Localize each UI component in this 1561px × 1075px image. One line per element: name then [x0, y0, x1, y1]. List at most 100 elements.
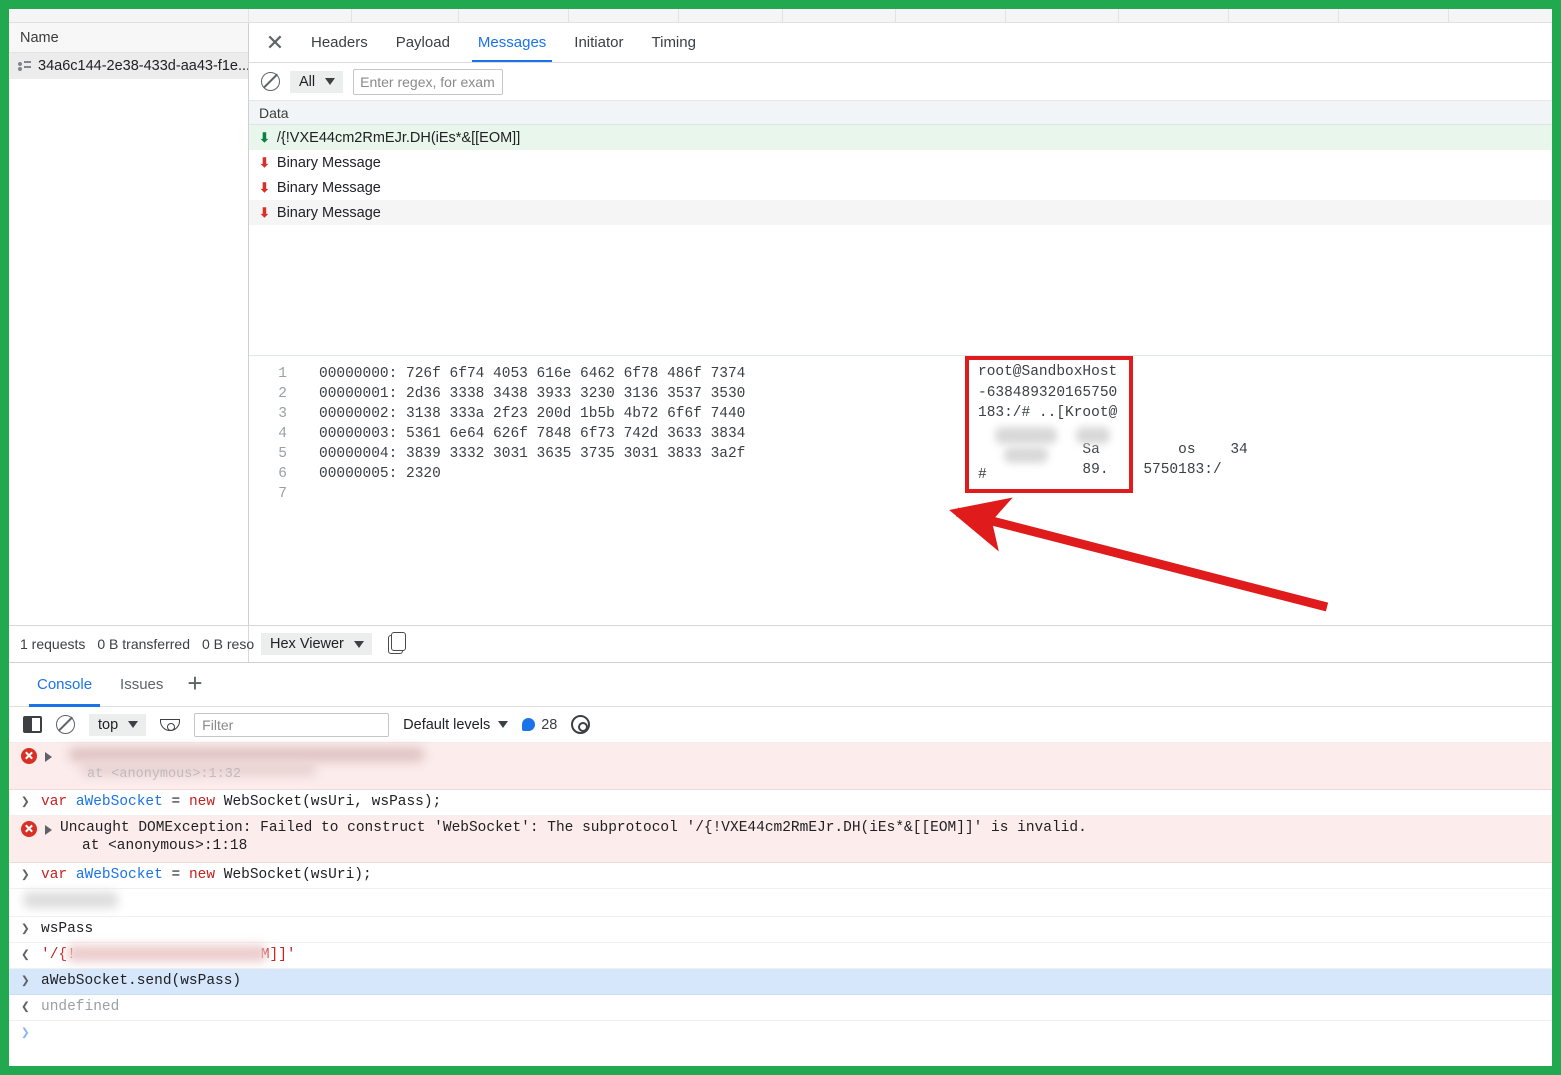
error-icon: [21, 821, 37, 837]
console-filter-input[interactable]: [194, 713, 389, 737]
message-text: Binary Message: [277, 180, 381, 196]
output-chevron-icon: ❮: [21, 999, 33, 1016]
received-arrow-icon: ⬇: [259, 206, 270, 219]
input-chevron-icon: ❯: [21, 794, 33, 811]
tab-payload[interactable]: Payload: [382, 23, 464, 62]
regex-filter-input[interactable]: [353, 69, 503, 95]
message-row[interactable]: ⬇ /{!VXE44cm2RmEJr.DH(iEs*&[[EOM]]: [249, 125, 1552, 150]
close-detail-button[interactable]: ✕: [253, 23, 297, 62]
console-row-input[interactable]: ❯ var aWebSocket = new WebSocket(wsUri, …: [9, 790, 1552, 816]
hex-line: 2 00000001: 2d36 3338 3438 3933 3230 313…: [249, 384, 1552, 404]
network-column-divider: [1229, 9, 1339, 23]
add-tab-button[interactable]: +: [177, 670, 212, 696]
execution-context-value: top: [98, 717, 118, 733]
console-row-output[interactable]: ❮ undefined: [9, 995, 1552, 1021]
hex-line-number: 1: [249, 366, 297, 382]
hex-viewer-pane: 1 00000000: 726f 6f74 4053 616e 6462 6f7…: [249, 356, 1552, 561]
message-row[interactable]: ⬇ Binary Message: [249, 175, 1552, 200]
transferred-size: 0 B transferred: [97, 636, 190, 652]
hex-bytes: 00000000: 726f 6f74 4053 616e 6462 6f78 …: [297, 366, 745, 382]
message-type-value: All: [299, 74, 315, 90]
ascii-line: 183:/# ..[Kroot@: [978, 405, 1129, 426]
console-row-error[interactable]: at <anonymous>:1:32: [9, 743, 1552, 790]
hex-viewer-dropdown[interactable]: Hex Viewer: [261, 633, 372, 655]
network-column-divider: [569, 9, 679, 23]
hex-line-number: 5: [249, 446, 297, 462]
tab-initiator[interactable]: Initiator: [560, 23, 637, 62]
column-header-name: Name: [9, 23, 248, 53]
sidebar-toggle-icon[interactable]: [23, 716, 42, 733]
console-row-output[interactable]: [9, 889, 1552, 917]
info-badge-icon: [522, 718, 535, 731]
clear-console-icon[interactable]: [56, 715, 75, 734]
network-column-divider: [459, 9, 569, 23]
network-panel: Name 34a6c144-2e38-433d-aa43-f1e... ✕ He…: [9, 23, 1552, 625]
tab-issues[interactable]: Issues: [106, 663, 177, 707]
message-text: Binary Message: [277, 155, 381, 171]
hex-line-number: 2: [249, 386, 297, 402]
redaction-blur: [1076, 427, 1110, 444]
console-input-code: var aWebSocket = new WebSocket(wsUri);: [41, 867, 372, 883]
message-text: /{!VXE44cm2RmEJr.DH(iEs*&[[EOM]]: [277, 130, 520, 146]
console-prompt-row[interactable]: ❯: [9, 1021, 1552, 1046]
column-header-data: Data: [249, 101, 1552, 125]
gear-icon[interactable]: [571, 715, 590, 734]
hex-line-number: 6: [249, 466, 297, 482]
console-row-output[interactable]: ❮ '/{!M]]': [9, 943, 1552, 969]
hex-line: 6 00000005: 2320: [249, 464, 1552, 484]
error-icon: [21, 748, 37, 764]
console-row-input-selected[interactable]: ❯ aWebSocket.send(wsPass): [9, 969, 1552, 995]
triangle-right-icon[interactable]: [45, 825, 52, 835]
console-log-list: at <anonymous>:1:32 ❯ var aWebSocket = n…: [9, 743, 1552, 1046]
network-column-divider: [896, 9, 1006, 23]
hex-line: 5 00000004: 3839 3332 3031 3635 3735 303…: [249, 444, 1552, 464]
tab-headers[interactable]: Headers: [297, 23, 382, 62]
network-column-divider: [1449, 9, 1552, 23]
console-row-error[interactable]: Uncaught DOMException: Failed to constru…: [9, 816, 1552, 863]
request-list-item[interactable]: 34a6c144-2e38-433d-aa43-f1e...: [9, 53, 248, 79]
network-column-divider: [1119, 9, 1229, 23]
log-levels-dropdown[interactable]: Default levels: [403, 717, 508, 733]
network-column-divider: [783, 9, 896, 23]
tab-console[interactable]: Console: [23, 663, 106, 707]
hex-bytes: 00000002: 3138 333a 2f23 200d 1b5b 4b72 …: [297, 406, 745, 422]
execution-context-dropdown[interactable]: top: [89, 714, 146, 736]
console-row-input[interactable]: ❯ wsPass: [9, 917, 1552, 943]
clear-messages-icon[interactable]: [261, 72, 280, 91]
ascii-line: -638489320165750: [978, 385, 1129, 406]
ascii-line: #: [978, 467, 1129, 488]
console-toolbar: top Default levels 28: [9, 707, 1552, 743]
hex-bytes: 00000004: 3839 3332 3031 3635 3735 3031 …: [297, 446, 745, 462]
console-row-input[interactable]: ❯ var aWebSocket = new WebSocket(wsUri);: [9, 863, 1552, 889]
network-column-divider: [1339, 9, 1449, 23]
redaction-blur: [67, 945, 267, 962]
network-column-divider: [1006, 9, 1119, 23]
console-error-location: at <anonymous>:1:32: [87, 767, 241, 782]
input-chevron-icon: ❯: [21, 1025, 33, 1042]
message-text: Binary Message: [277, 205, 381, 221]
resources-size: 0 B reso: [202, 636, 254, 652]
message-row[interactable]: ⬇ Binary Message: [249, 150, 1552, 175]
ascii-line: root@SandboxHost: [978, 364, 1129, 385]
redaction-blur: [1004, 447, 1048, 463]
hex-ascii-panel: root@SandboxHost -638489320165750 183:/#…: [965, 356, 1133, 493]
message-type-dropdown[interactable]: All: [290, 71, 343, 93]
copy-icon[interactable]: [388, 635, 403, 654]
triangle-right-icon[interactable]: [45, 752, 52, 762]
request-detail: ✕ Headers Payload Messages Initiator Tim…: [249, 23, 1552, 625]
detail-tabbar: ✕ Headers Payload Messages Initiator Tim…: [249, 23, 1552, 63]
hex-line: 1 00000000: 726f 6f74 4053 616e 6462 6f7…: [249, 364, 1552, 384]
output-chevron-icon: ❮: [21, 947, 33, 964]
hex-bytes: 00000003: 5361 6e64 626f 7848 6f73 742d …: [297, 426, 745, 442]
network-column-divider: [679, 9, 783, 23]
messages-list[interactable]: ⬇ /{!VXE44cm2RmEJr.DH(iEs*&[[EOM]] ⬇ Bin…: [249, 125, 1552, 356]
live-expression-icon[interactable]: [160, 719, 180, 731]
console-drawer: Console Issues + top Default levels 28: [9, 663, 1552, 1066]
network-status-bar: 1 requests 0 B transferred 0 B reso Hex …: [9, 625, 1552, 663]
request-list-sidebar: Name 34a6c144-2e38-433d-aa43-f1e...: [9, 23, 249, 625]
message-row[interactable]: ⬇ Binary Message: [249, 200, 1552, 225]
tab-timing[interactable]: Timing: [638, 23, 710, 62]
tab-messages[interactable]: Messages: [464, 23, 560, 62]
redaction-blur: [69, 747, 424, 762]
issues-badge[interactable]: 28: [522, 717, 557, 733]
